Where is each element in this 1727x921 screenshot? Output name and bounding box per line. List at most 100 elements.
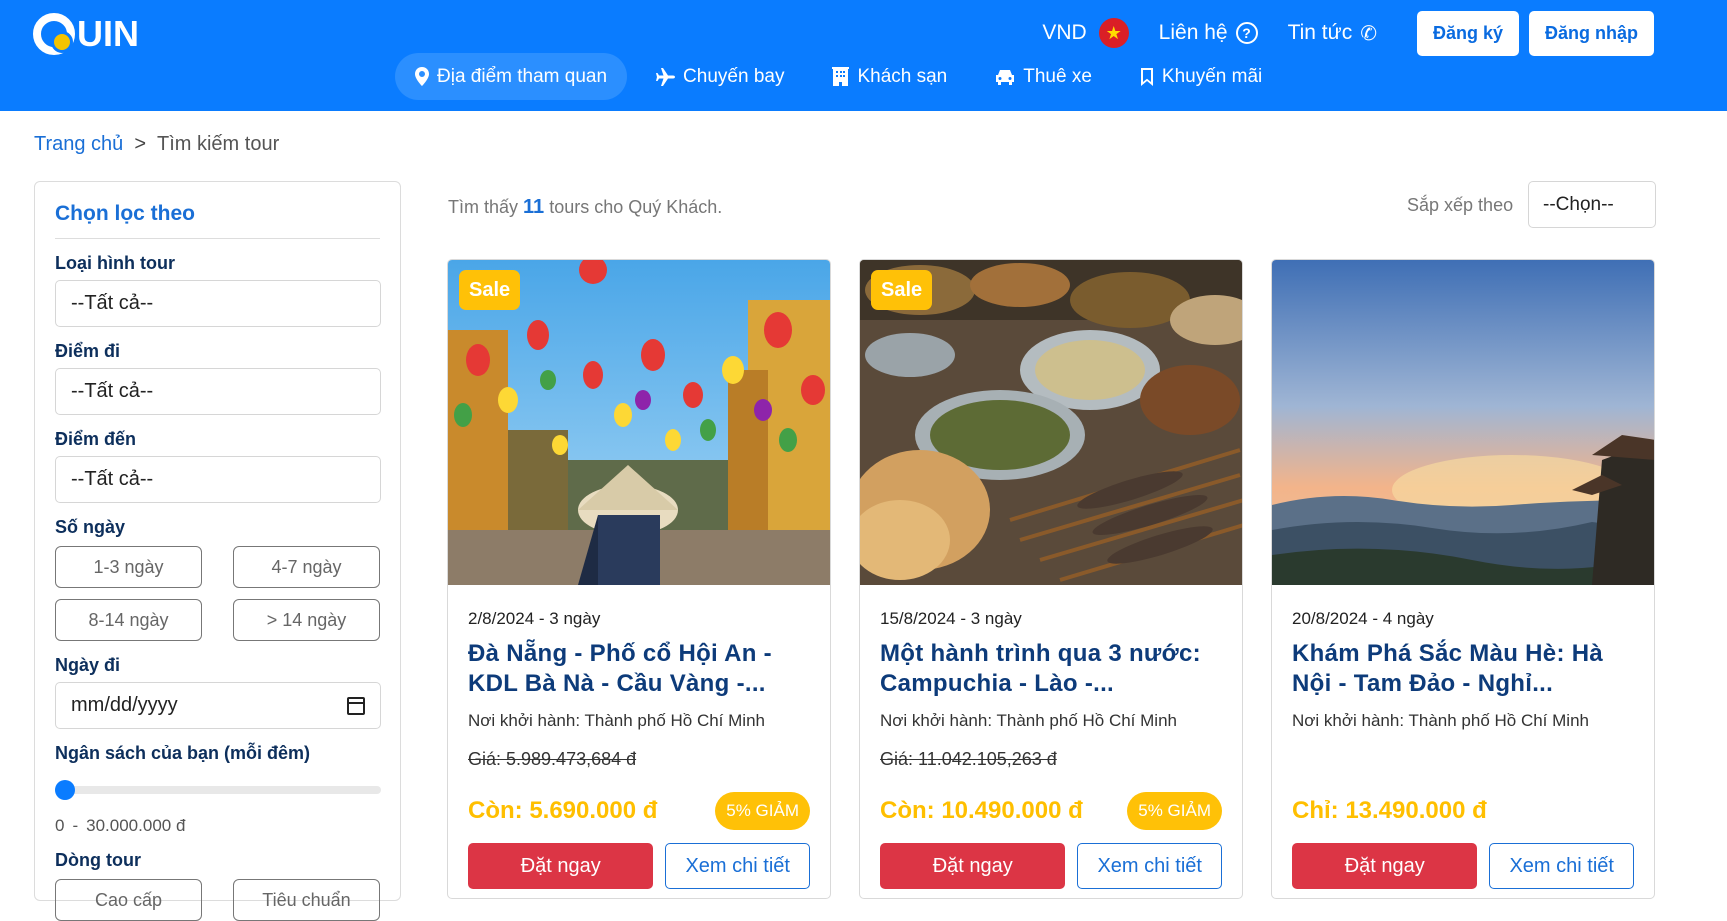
tour-date: 2/8/2024 - 3 ngày	[468, 609, 601, 628]
car-icon	[995, 69, 1015, 85]
budget-dash: -	[72, 816, 79, 835]
main-nav: Địa điểm tham quan Chuyến bay Khách sạn …	[395, 53, 1290, 100]
date-label: Ngày đi	[55, 655, 121, 675]
tour-image-street-food[interactable]: Sale	[860, 260, 1242, 585]
results-suffix: tours cho Quý Khách.	[549, 197, 723, 217]
nav-item-hotels[interactable]: Khách sạn	[812, 53, 967, 100]
days-options: 1-3 ngày 4-7 ngày 8-14 ngày > 14 ngày	[55, 546, 380, 641]
site-logo[interactable]: UIN	[33, 10, 139, 58]
view-detail-button[interactable]: Xem chi tiết	[1489, 843, 1634, 889]
tour-title[interactable]: Một hành trình qua 3 nước: Campuchia - L…	[880, 639, 1222, 699]
book-now-button[interactable]: Đặt ngay	[1292, 843, 1478, 889]
nav-item-flights[interactable]: Chuyến bay	[635, 53, 804, 100]
tour-old-price	[1292, 749, 1634, 771]
days-option-1-3[interactable]: 1-3 ngày	[55, 546, 202, 588]
sort-label: Sắp xếp theo	[1407, 195, 1514, 215]
logo-text: UIN	[77, 13, 139, 54]
budget-slider-handle[interactable]	[55, 780, 75, 800]
filter-title: Chọn lọc theo	[55, 202, 380, 239]
results-summary: Tìm thấy 11 tours cho Quý Khách.	[448, 196, 722, 219]
book-now-button[interactable]: Đặt ngay	[880, 843, 1066, 889]
login-button[interactable]: Đăng nhập	[1529, 10, 1654, 56]
tour-type-label: Loại hình tour	[55, 253, 175, 273]
destination-select[interactable]: --Tất cả--	[55, 456, 381, 503]
days-option-4-7[interactable]: 4-7 ngày	[233, 546, 380, 588]
date-field[interactable]: mm/dd/yyyy	[55, 682, 381, 729]
tour-departure: Nơi khởi hành: Thành phố Hồ Chí Minh	[880, 711, 1177, 730]
news-link[interactable]: Tin tức ✆	[1288, 21, 1377, 46]
discount-badge: 5% GIẢM	[1127, 792, 1222, 830]
discount-badge: 5% GIẢM	[715, 792, 810, 830]
date-placeholder: mm/dd/yyyy	[71, 694, 178, 716]
budget-slider[interactable]	[55, 780, 381, 800]
tour-date: 20/8/2024 - 4 ngày	[1292, 609, 1434, 628]
budget-max: 30.000.000 đ	[86, 816, 186, 835]
phone-icon: ✆	[1360, 22, 1377, 45]
results-prefix: Tìm thấy	[448, 197, 519, 217]
contact-link[interactable]: Liên hệ ?	[1159, 21, 1258, 45]
nav-label-flights: Chuyến bay	[683, 65, 785, 87]
calendar-icon[interactable]	[347, 696, 365, 715]
tour-image-mountain-sunset[interactable]	[1272, 260, 1654, 585]
nav-label-hotels: Khách sạn	[857, 65, 948, 87]
budget-range-text: 0-30.000.000 đ	[55, 816, 380, 836]
tour-type-select[interactable]: --Tất cả--	[55, 280, 381, 327]
register-button[interactable]: Đăng ký	[1416, 10, 1519, 56]
bookmark-icon	[1140, 67, 1154, 86]
tour-line-options: Cao cấp Tiêu chuẩn	[55, 879, 380, 921]
tour-title[interactable]: Đà Nẵng - Phố cổ Hội An - KDL Bà Nà - Cầ…	[468, 639, 810, 699]
destination-label: Điểm đến	[55, 429, 137, 449]
sort-select[interactable]: --Chọn--	[1528, 181, 1656, 228]
nav-label-promotions: Khuyến mãi	[1161, 65, 1263, 87]
news-label: Tin tức	[1287, 21, 1353, 44]
sale-badge: Sale	[871, 270, 933, 310]
nav-label-car-rental: Thuê xe	[1023, 65, 1092, 87]
contact-label: Liên hệ	[1158, 21, 1228, 44]
book-now-button[interactable]: Đặt ngay	[468, 843, 654, 889]
tour-price: Còn: 10.490.000 đ	[880, 797, 1083, 824]
question-icon: ?	[1235, 22, 1258, 44]
breadcrumb-separator: >	[134, 133, 146, 155]
currency-label: VND	[1042, 21, 1087, 44]
top-header: UIN VND ★ Liên hệ ? Tin tức ✆ Đăng ký Đă…	[0, 0, 1727, 111]
tour-departure: Nơi khởi hành: Thành phố Hồ Chí Minh	[468, 711, 765, 730]
breadcrumb-current: Tìm kiếm tour	[157, 133, 280, 155]
tour-line-label: Dòng tour	[55, 850, 141, 870]
sale-badge: Sale	[459, 270, 521, 310]
days-label: Số ngày	[55, 517, 126, 537]
tour-card: 20/8/2024 - 4 ngày Khám Phá Sắc Màu Hè: …	[1271, 259, 1655, 899]
nav-item-promotions[interactable]: Khuyến mãi	[1120, 53, 1282, 100]
budget-label: Ngân sách của bạn (mỗi đêm)	[55, 743, 311, 763]
tour-date: 15/8/2024 - 3 ngày	[880, 609, 1022, 628]
days-option-over-14[interactable]: > 14 ngày	[233, 599, 380, 641]
days-option-8-14[interactable]: 8-14 ngày	[55, 599, 202, 641]
plane-icon	[655, 67, 676, 86]
tour-departure: Nơi khởi hành: Thành phố Hồ Chí Minh	[1292, 711, 1589, 730]
tour-title[interactable]: Khám Phá Sắc Màu Hè: Hà Nội - Tam Đảo - …	[1292, 639, 1634, 699]
view-detail-button[interactable]: Xem chi tiết	[1077, 843, 1222, 889]
tour-price: Còn: 5.690.000 đ	[468, 797, 658, 824]
tour-image-hoian-lanterns[interactable]: Sale	[448, 260, 830, 585]
tour-card: Sale 2/8/2024 - 3 ngày Đà Nẵng - Phố cổ …	[447, 259, 831, 899]
nav-label-attractions: Địa điểm tham quan	[437, 65, 608, 87]
breadcrumb: Trang chủ > Tìm kiếm tour	[34, 133, 279, 156]
tour-old-price: Giá: 5.989.473,684 đ	[468, 749, 637, 769]
tour-old-price: Giá: 11.042.105,263 đ	[880, 749, 1057, 769]
nav-item-car-rental[interactable]: Thuê xe	[975, 53, 1112, 100]
hotel-icon	[832, 67, 850, 86]
vietnam-flag-icon: ★	[1098, 18, 1129, 48]
departure-select[interactable]: --Tất cả--	[55, 368, 381, 415]
filter-sidebar: Chọn lọc theo Loại hình tour --Tất cả-- …	[34, 181, 401, 921]
top-right-menu: VND ★ Liên hệ ? Tin tức ✆ Đăng ký Đăng n…	[1042, 10, 1654, 56]
logo-q-mark	[33, 13, 75, 55]
nav-item-attractions[interactable]: Địa điểm tham quan	[395, 53, 628, 100]
map-pin-icon	[415, 67, 429, 86]
view-detail-button[interactable]: Xem chi tiết	[665, 843, 810, 889]
tour-line-premium[interactable]: Cao cấp	[55, 879, 202, 921]
tour-line-standard[interactable]: Tiêu chuẩn	[233, 879, 380, 921]
departure-label: Điểm đi	[55, 341, 121, 361]
tour-card: Sale 15/8/2024 - 3 ngày Một hành trình q…	[859, 259, 1243, 899]
breadcrumb-home[interactable]: Trang chủ	[34, 133, 123, 155]
results-count: 11	[523, 196, 545, 218]
currency-selector[interactable]: VND ★	[1042, 18, 1129, 48]
